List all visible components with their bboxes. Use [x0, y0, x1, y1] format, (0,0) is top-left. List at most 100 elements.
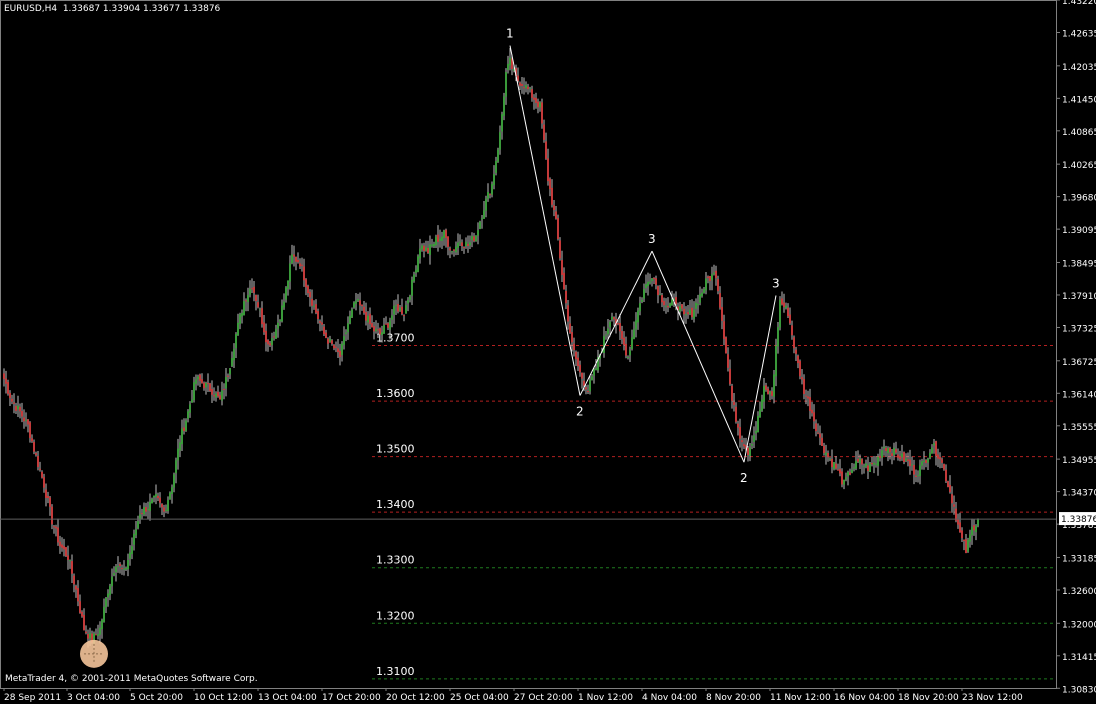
candle-body — [491, 184, 493, 195]
candle-body — [819, 433, 821, 438]
candle-body — [845, 477, 847, 480]
candle-body — [729, 368, 731, 385]
candle-body — [11, 398, 13, 402]
candle-body — [777, 327, 779, 347]
candle-body — [567, 305, 569, 322]
candle-body — [471, 235, 473, 241]
candle-body — [409, 296, 411, 300]
candle-body — [23, 417, 25, 422]
candle-body — [701, 292, 703, 297]
candle-body — [71, 561, 73, 574]
y-tick-label: 1.37325 — [1062, 324, 1096, 334]
candle-body — [297, 259, 299, 263]
candle-body — [747, 447, 749, 455]
candle-body — [39, 468, 41, 470]
x-tick-label: 8 Nov 20:00 — [706, 693, 761, 703]
candle-body — [293, 254, 295, 257]
candle-body — [623, 337, 625, 346]
candle-body — [593, 369, 595, 376]
candle-body — [525, 84, 527, 89]
candle-body — [505, 72, 507, 97]
candle-body — [841, 471, 843, 485]
candle-body — [889, 447, 891, 453]
candle-body — [321, 322, 323, 325]
candle-body — [213, 395, 215, 397]
candle-body — [681, 304, 683, 309]
candle-body — [865, 463, 867, 467]
candle-body — [877, 456, 879, 466]
candle-body — [913, 465, 915, 475]
candle-body — [189, 404, 191, 413]
candle-body — [65, 547, 67, 557]
candle-body — [159, 497, 161, 503]
candle-body — [529, 88, 531, 90]
candle-body — [441, 236, 443, 241]
candle-body — [793, 337, 795, 349]
candle-body — [949, 485, 951, 493]
candle-body — [377, 329, 379, 331]
candle-body — [153, 495, 155, 498]
candle-body — [787, 307, 789, 317]
candle-body — [797, 355, 799, 364]
candle-body — [885, 447, 887, 452]
candle-body — [495, 160, 497, 174]
candle-body — [611, 316, 613, 320]
candle-body — [395, 305, 397, 307]
candle-body — [539, 102, 541, 108]
candle-body — [431, 244, 433, 246]
candle-body — [697, 304, 699, 306]
candle-body — [935, 441, 937, 456]
candle-body — [833, 462, 835, 470]
candle-body — [693, 309, 695, 319]
candle-body — [545, 141, 547, 159]
candle-body — [683, 308, 685, 315]
candle-body — [977, 519, 979, 526]
candle-body — [589, 380, 591, 392]
candle-body — [245, 300, 247, 302]
candle-body — [117, 565, 119, 567]
candle-body — [527, 86, 529, 90]
candle-body — [719, 293, 721, 308]
candle-body — [759, 409, 761, 418]
candle-body — [809, 397, 811, 411]
candle-body — [915, 475, 917, 477]
wave-label: 2 — [740, 471, 748, 485]
candle-body — [307, 286, 309, 294]
candle-body — [391, 315, 393, 320]
x-tick-label: 16 Nov 04:00 — [834, 693, 895, 703]
candle-body — [943, 464, 945, 470]
candle-body — [715, 270, 717, 279]
candle-body — [455, 246, 457, 253]
candle-body — [257, 302, 259, 308]
candle-body — [99, 627, 101, 635]
candle-body — [679, 306, 681, 312]
candle-body — [685, 313, 687, 316]
candle-body — [945, 469, 947, 482]
candle-body — [191, 399, 193, 403]
candle-body — [941, 459, 943, 463]
candle-body — [379, 328, 381, 335]
candle-body — [639, 303, 641, 312]
candle-body — [873, 462, 875, 465]
candle-body — [647, 281, 649, 287]
candle-body — [299, 263, 301, 267]
x-tick-label: 1 Nov 12:00 — [578, 693, 633, 703]
candle-body — [303, 266, 305, 281]
price-chart: 1.37001.36001.35001.34001.33001.32001.31… — [0, 0, 1096, 703]
candle-body — [363, 306, 365, 313]
candle-body — [669, 303, 671, 307]
candle-body — [863, 466, 865, 468]
candle-body — [859, 458, 861, 463]
candle-body — [41, 471, 43, 478]
candle-body — [881, 450, 883, 458]
y-tick-label: 1.35555 — [1062, 423, 1096, 433]
x-tick-label: 4 Nov 04:00 — [642, 693, 697, 703]
candle-body — [971, 526, 973, 536]
candle-body — [847, 471, 849, 477]
candle-body — [325, 332, 327, 338]
x-tick-label: 18 Nov 20:00 — [898, 693, 959, 703]
candle-body — [277, 322, 279, 329]
candle-body — [905, 458, 907, 461]
candle-body — [137, 521, 139, 529]
candle-body — [375, 329, 377, 332]
